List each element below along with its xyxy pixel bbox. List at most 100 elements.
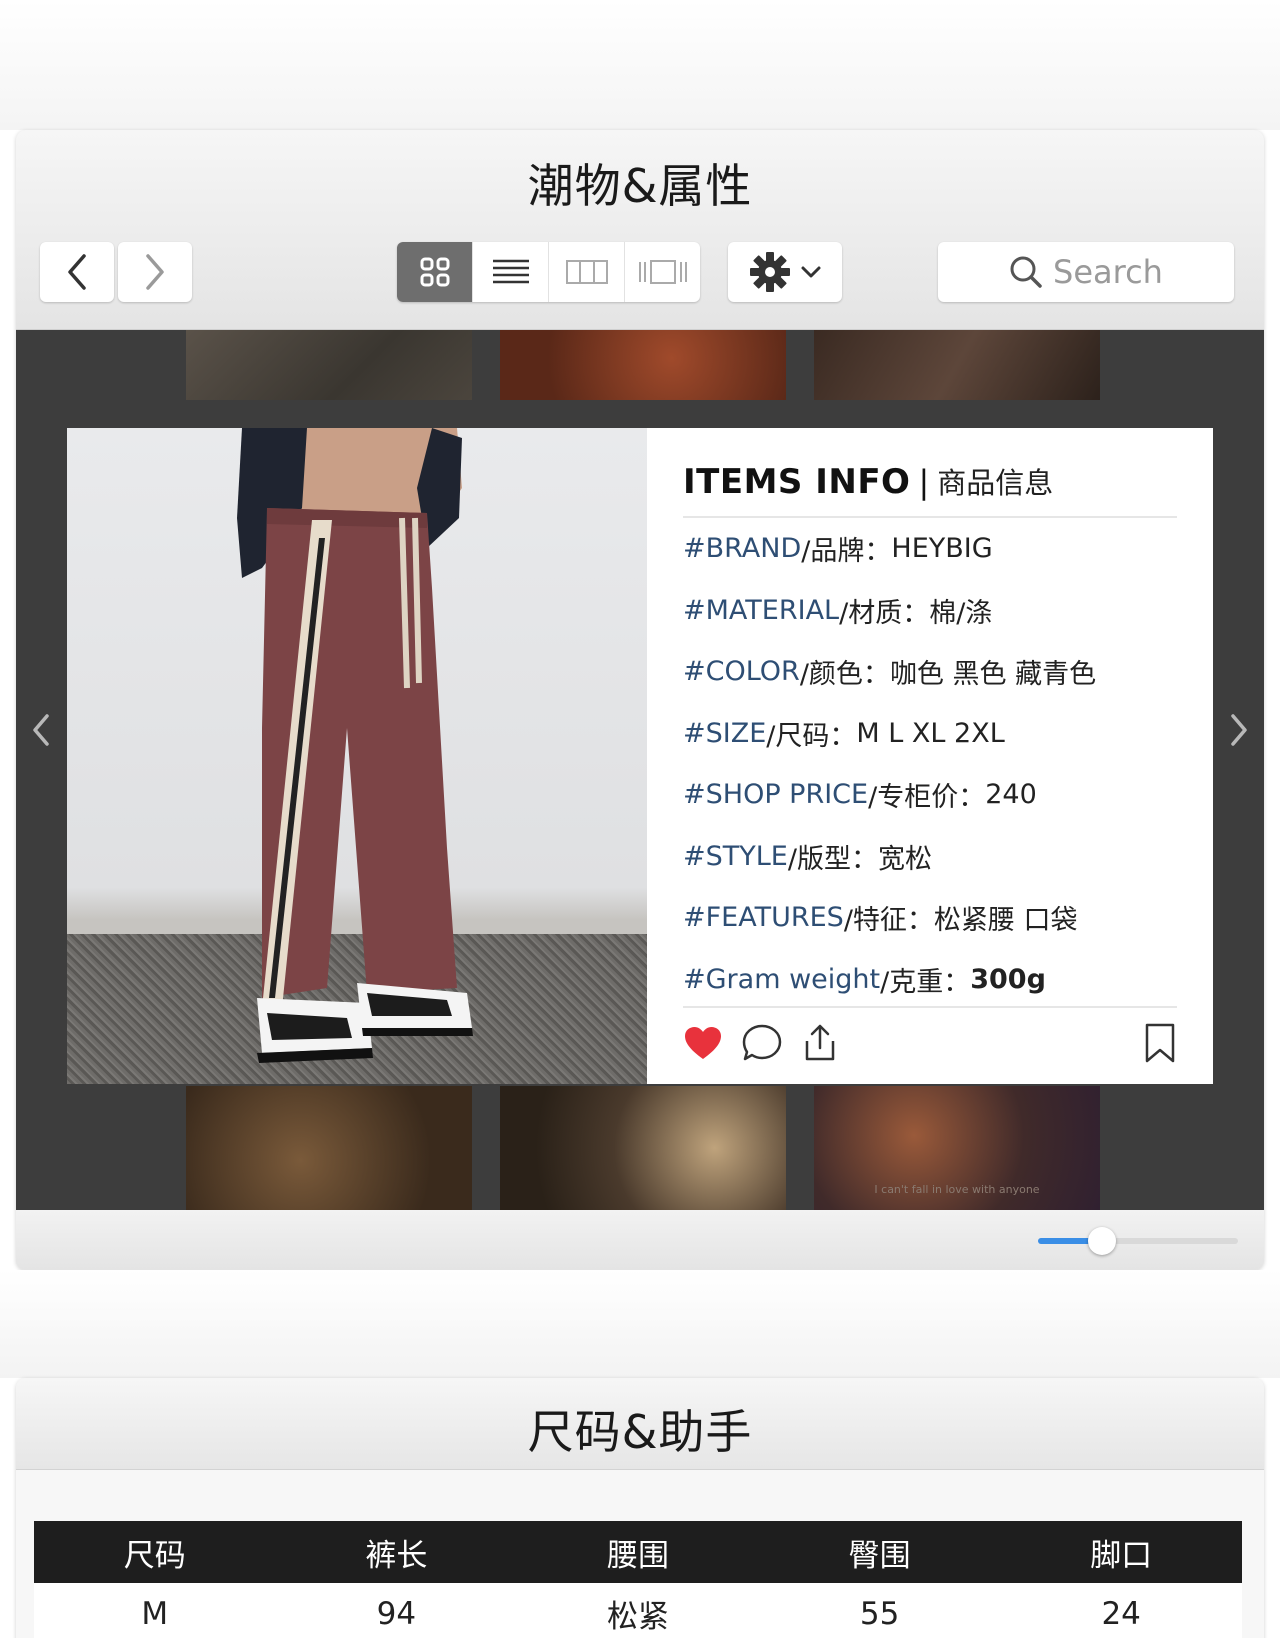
list-view-button[interactable]	[473, 242, 549, 302]
previous-image-button[interactable]	[26, 710, 56, 750]
image-gallery: I can't fall in love with anyone ITEMS I…	[16, 330, 1264, 1210]
table-header-cell: 脚口	[1000, 1521, 1242, 1583]
table-header-cell: 腰围	[517, 1521, 759, 1583]
table-cell: 24	[1000, 1583, 1242, 1638]
cover-flow-icon	[638, 260, 687, 284]
info-value: 棉/涤	[929, 597, 993, 629]
window-titlebar: 尺码&助手	[16, 1378, 1264, 1470]
chevron-right-icon	[146, 254, 164, 290]
table-header-cell: 臀围	[758, 1521, 1001, 1583]
info-value: M L XL 2XL	[856, 717, 1005, 749]
items-info-panel: ITEMS INFO | 商品信息 #BRAND/品牌： HEYBIG #MATE…	[647, 428, 1213, 1084]
items-info-header: ITEMS INFO | 商品信息	[683, 460, 1177, 518]
table-header-row: 尺码 裤长 腰围 臀围 脚口	[34, 1521, 1242, 1583]
info-key: #BRAND	[683, 533, 802, 565]
table-row: M 94 松紧 55 24	[34, 1583, 1242, 1638]
section-divider-background	[0, 1270, 1280, 1378]
window-status-bar	[16, 1210, 1264, 1270]
info-key: #SHOP PRICE	[683, 779, 869, 811]
gallery-thumbnail[interactable]	[186, 330, 472, 400]
table-header-cell: 裤长	[275, 1521, 518, 1583]
info-label: /版型：	[787, 843, 878, 875]
info-row-size: #SIZE/尺码： M L XL 2XL	[683, 703, 1177, 765]
items-info-title: ITEMS INFO	[683, 462, 911, 502]
info-label: /尺码：	[766, 720, 857, 752]
chevron-right-icon	[1231, 714, 1247, 746]
info-value: 宽松	[877, 843, 932, 875]
info-key: #Gram weight	[683, 963, 881, 995]
items-info-separator: |	[918, 463, 930, 501]
items-info-subtitle: 商品信息	[937, 466, 1054, 500]
gallery-thumbnail[interactable]: I can't fall in love with anyone	[814, 1086, 1100, 1210]
info-row-color: #COLOR/颜色： 咖色 黑色 藏青色	[683, 641, 1177, 703]
back-button[interactable]	[40, 242, 114, 302]
gallery-thumbnail[interactable]	[814, 330, 1100, 400]
icon-view-button[interactable]	[397, 242, 473, 302]
info-row-material: #MATERIAL/材质： 棉/涤	[683, 580, 1177, 642]
info-row-brand: #BRAND/品牌： HEYBIG	[683, 518, 1177, 580]
gear-icon	[750, 252, 790, 292]
view-mode-segmented-control	[397, 242, 700, 302]
info-key: #FEATURES	[683, 902, 844, 934]
info-row-gram-weight: #Gram weight/克重： 300g	[683, 949, 1177, 1011]
card-action-bar	[683, 1006, 1177, 1064]
info-value: 松紧腰 口袋	[933, 905, 1078, 937]
window-toolbar: 潮物&属性	[16, 130, 1264, 330]
page-top-background	[0, 0, 1280, 130]
info-label: /品牌：	[801, 536, 892, 568]
window-title: 尺码&助手	[527, 1405, 753, 1459]
size-helper-window: 尺码&助手 尺码 裤长 腰围 臀围 脚口 M 94 松紧 55 24	[16, 1378, 1264, 1638]
info-label: /克重：	[880, 966, 971, 998]
product-attributes-window: 潮物&属性 Search I can't fall in love with a…	[16, 130, 1264, 1270]
model-figure-illustration	[237, 428, 473, 1063]
window-title: 潮物&属性	[527, 159, 753, 213]
grid-icon	[420, 257, 449, 287]
product-card: ITEMS INFO | 商品信息 #BRAND/品牌： HEYBIG #MATE…	[67, 428, 1213, 1084]
info-row-shop-price: #SHOP PRICE/专柜价： 240	[683, 764, 1177, 826]
chevron-down-icon	[801, 266, 821, 278]
info-value: 咖色 黑色 藏青色	[889, 659, 1097, 691]
table-cell: 松紧	[517, 1583, 759, 1638]
info-value: 300g	[970, 963, 1046, 995]
search-icon	[1010, 256, 1042, 288]
gallery-thumbnail[interactable]	[500, 1086, 786, 1210]
product-photo	[67, 428, 647, 1084]
columns-icon	[565, 260, 608, 284]
gallery-thumbnail[interactable]	[186, 1086, 472, 1210]
search-input[interactable]	[1053, 253, 1163, 291]
search-field[interactable]	[938, 242, 1234, 302]
info-label: /材质：	[839, 597, 930, 629]
chevron-left-icon	[68, 254, 86, 290]
bookmark-icon[interactable]	[1143, 1022, 1177, 1064]
zoom-slider-knob[interactable]	[1088, 1227, 1116, 1255]
info-key: #SIZE	[683, 717, 767, 749]
heart-icon[interactable]	[683, 1025, 723, 1061]
column-view-button[interactable]	[549, 242, 625, 302]
info-label: /专柜价：	[868, 782, 986, 814]
forward-button[interactable]	[118, 242, 192, 302]
table-cell: 55	[758, 1583, 1001, 1638]
info-label: /颜色：	[799, 659, 890, 691]
list-icon	[492, 259, 529, 284]
gallery-view-button[interactable]	[625, 242, 700, 302]
gallery-thumbnail[interactable]	[500, 330, 786, 400]
zoom-slider[interactable]	[1038, 1227, 1238, 1255]
action-menu-button[interactable]	[728, 242, 842, 302]
info-key: #COLOR	[683, 656, 800, 688]
table-cell: 94	[275, 1583, 518, 1638]
table-header-cell: 尺码	[34, 1521, 276, 1583]
next-image-button[interactable]	[1224, 710, 1254, 750]
share-icon[interactable]	[801, 1023, 839, 1063]
info-label: /特征：	[843, 905, 934, 937]
info-key: #MATERIAL	[683, 594, 840, 626]
table-cell: M	[34, 1583, 276, 1638]
info-value: 240	[985, 779, 1037, 811]
info-row-features: #FEATURES/特征： 松紧腰 口袋	[683, 887, 1177, 949]
info-value: HEYBIG	[891, 533, 993, 565]
size-chart-table: 尺码 裤长 腰围 臀围 脚口 M 94 松紧 55 24	[34, 1521, 1242, 1638]
info-row-style: #STYLE/版型： 宽松	[683, 826, 1177, 888]
info-key: #STYLE	[683, 840, 788, 872]
chevron-left-icon	[33, 714, 49, 746]
thumbnail-caption: I can't fall in love with anyone	[874, 1183, 1040, 1196]
comment-icon[interactable]	[741, 1023, 783, 1063]
